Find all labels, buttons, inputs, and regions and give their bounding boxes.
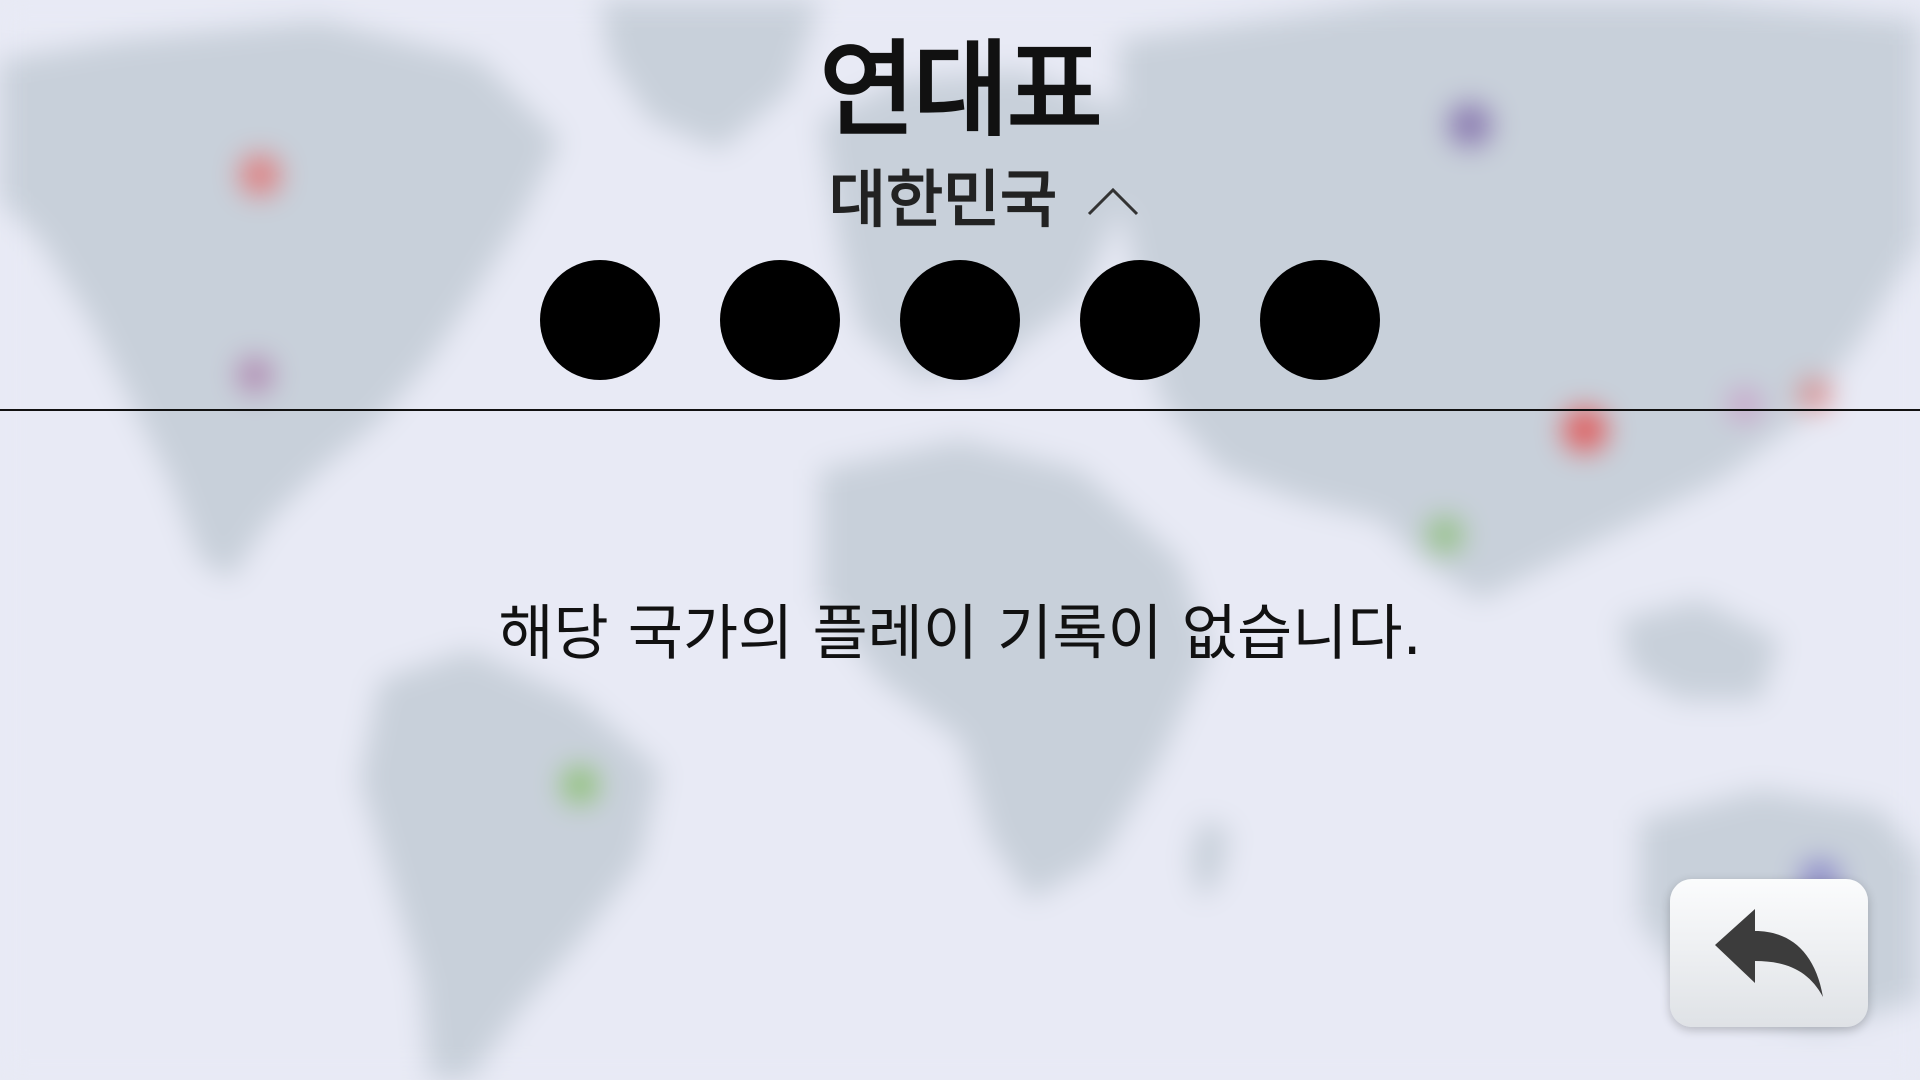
progress-dot bbox=[900, 260, 1020, 380]
progress-dot bbox=[1260, 260, 1380, 380]
empty-state-message: 해당 국가의 플레이 기록이 없습니다. bbox=[498, 599, 1422, 669]
progress-dot bbox=[1080, 260, 1200, 380]
country-selector-label: 대한민국 bbox=[828, 163, 1058, 236]
progress-dot bbox=[540, 260, 660, 380]
back-button[interactable] bbox=[1670, 879, 1868, 1027]
progress-dots bbox=[540, 260, 1380, 380]
country-selector[interactable]: 대한민국 bbox=[810, 160, 1160, 240]
timeline-screen: 연대표 대한민국 해당 국가의 플레이 기록이 없습니다. bbox=[0, 0, 1920, 1080]
divider bbox=[0, 409, 1920, 411]
page-title: 연대표 bbox=[819, 29, 1102, 151]
back-arrow-icon bbox=[1715, 909, 1823, 997]
progress-dot bbox=[720, 260, 840, 380]
chevron-up-icon bbox=[1088, 187, 1139, 216]
